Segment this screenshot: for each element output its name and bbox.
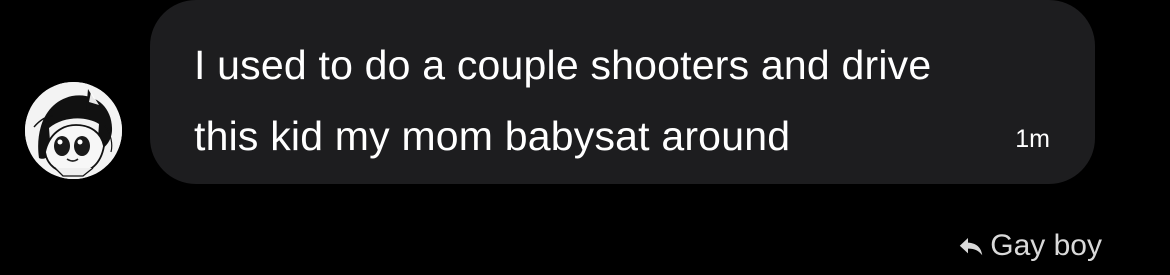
message-bubble[interactable]: I used to do a couple shooters and drive…	[150, 0, 1095, 184]
reply-button[interactable]: Gay boy	[958, 228, 1102, 264]
reply-arrow-icon	[960, 238, 983, 256]
message-text: I used to do a couple shooters and drive…	[194, 42, 932, 159]
reply-label: Gay boy	[990, 229, 1102, 262]
sender-avatar[interactable]	[25, 82, 122, 179]
message-timestamp: 1m	[1015, 125, 1050, 153]
anime-avatar-icon	[25, 82, 122, 179]
